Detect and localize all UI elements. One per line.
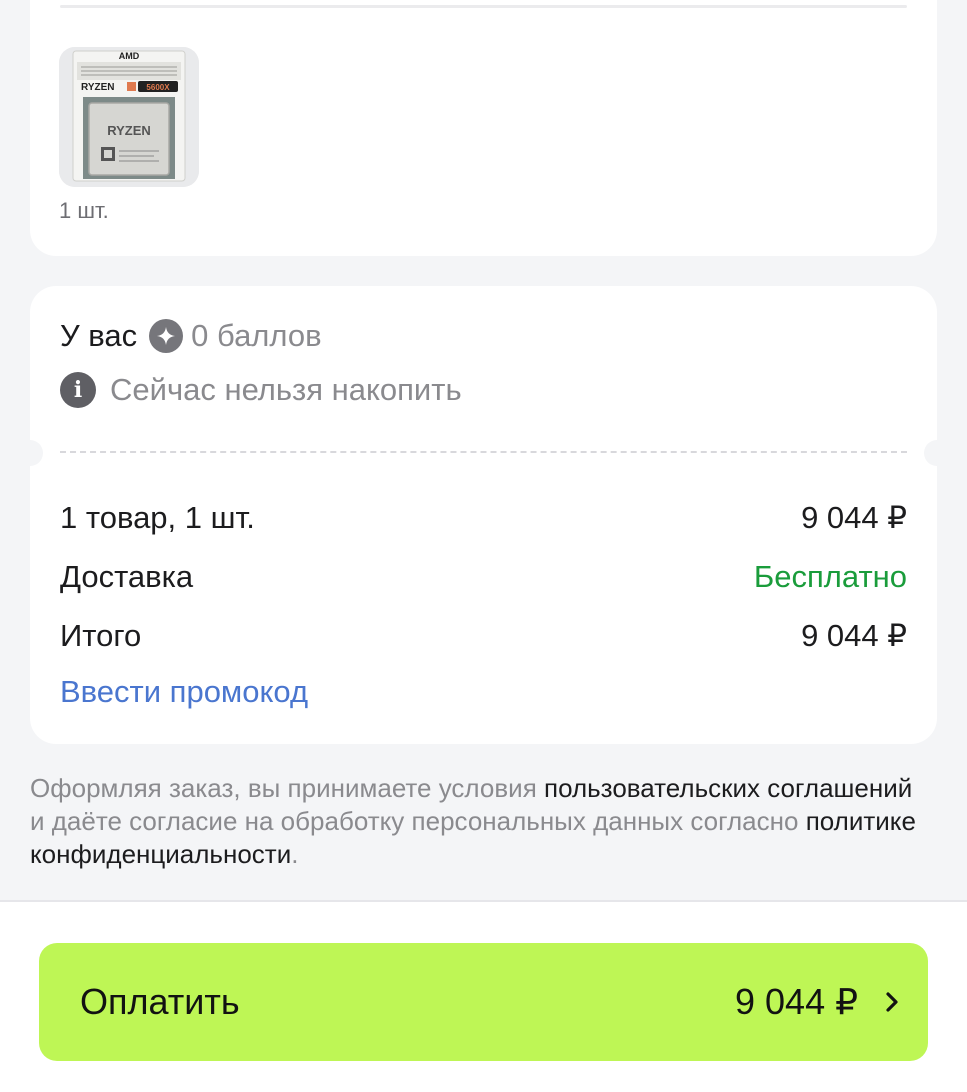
svg-text:AMD: AMD [119, 51, 140, 61]
items-value: 9 044 ₽ [801, 500, 907, 535]
svg-text:RYZEN: RYZEN [107, 123, 151, 138]
perforation-notch-right [924, 440, 950, 466]
bonus-points: 0 баллов [191, 318, 322, 353]
legal-consent-text: Оформляя заказ, вы принимаете условия по… [30, 772, 930, 871]
pay-button[interactable]: Оплатить 9 044 ₽ [39, 943, 928, 1061]
pay-button-right: 9 044 ₽ [735, 981, 900, 1023]
bonus-note: Сейчас нельзя накопить [110, 372, 462, 407]
chevron-right-icon [884, 990, 900, 1014]
dashed-divider [60, 451, 907, 453]
order-item-card: AMD RYZEN 5600X RYZEN 1 шт. [30, 0, 937, 256]
product-image[interactable]: AMD RYZEN 5600X RYZEN [59, 47, 199, 187]
legal-text-part: Оформляя заказ, вы принимаете условия [30, 773, 544, 803]
summary-items-row: 1 товар, 1 шт. 9 044 ₽ [60, 498, 907, 538]
delivery-label: Доставка [60, 559, 194, 594]
bonus-note-row: i Сейчас нельзя накопить [60, 370, 462, 410]
pay-button-label: Оплатить [80, 981, 240, 1022]
items-label: 1 товар, 1 шт. [60, 500, 255, 535]
delivery-value: Бесплатно [753, 559, 907, 594]
ryzen-box-art: AMD RYZEN 5600X RYZEN [59, 47, 199, 187]
pay-button-amount: 9 044 ₽ [735, 981, 858, 1022]
svg-text:5600X: 5600X [146, 83, 170, 92]
perforation-notch-left [17, 440, 43, 466]
legal-text-part: и даёте согласие на обработку персональн… [30, 806, 806, 836]
summary-delivery-row: Доставка Бесплатно [60, 557, 907, 597]
enter-promo-code-link[interactable]: Ввести промокод [60, 674, 308, 710]
legal-text-part: . [291, 839, 299, 869]
order-summary-card: У вас 0 баллов i Сейчас нельзя накопить … [17, 286, 950, 744]
item-quantity: 1 шт. [59, 198, 109, 223]
bottom-action-bar: Оплатить 9 044 ₽ [0, 900, 967, 1092]
bonus-label: У вас [60, 318, 138, 353]
divider [60, 5, 907, 8]
total-label: Итого [60, 618, 142, 653]
sparkle-points-icon [149, 319, 184, 353]
svg-text:RYZEN: RYZEN [81, 82, 115, 93]
bonus-balance-row: У вас 0 баллов [60, 316, 322, 356]
info-icon: i [60, 372, 96, 408]
total-value: 9 044 ₽ [801, 618, 907, 653]
user-agreements-link[interactable]: пользовательских соглашений [544, 773, 912, 803]
summary-total-row: Итого 9 044 ₽ [60, 616, 907, 656]
